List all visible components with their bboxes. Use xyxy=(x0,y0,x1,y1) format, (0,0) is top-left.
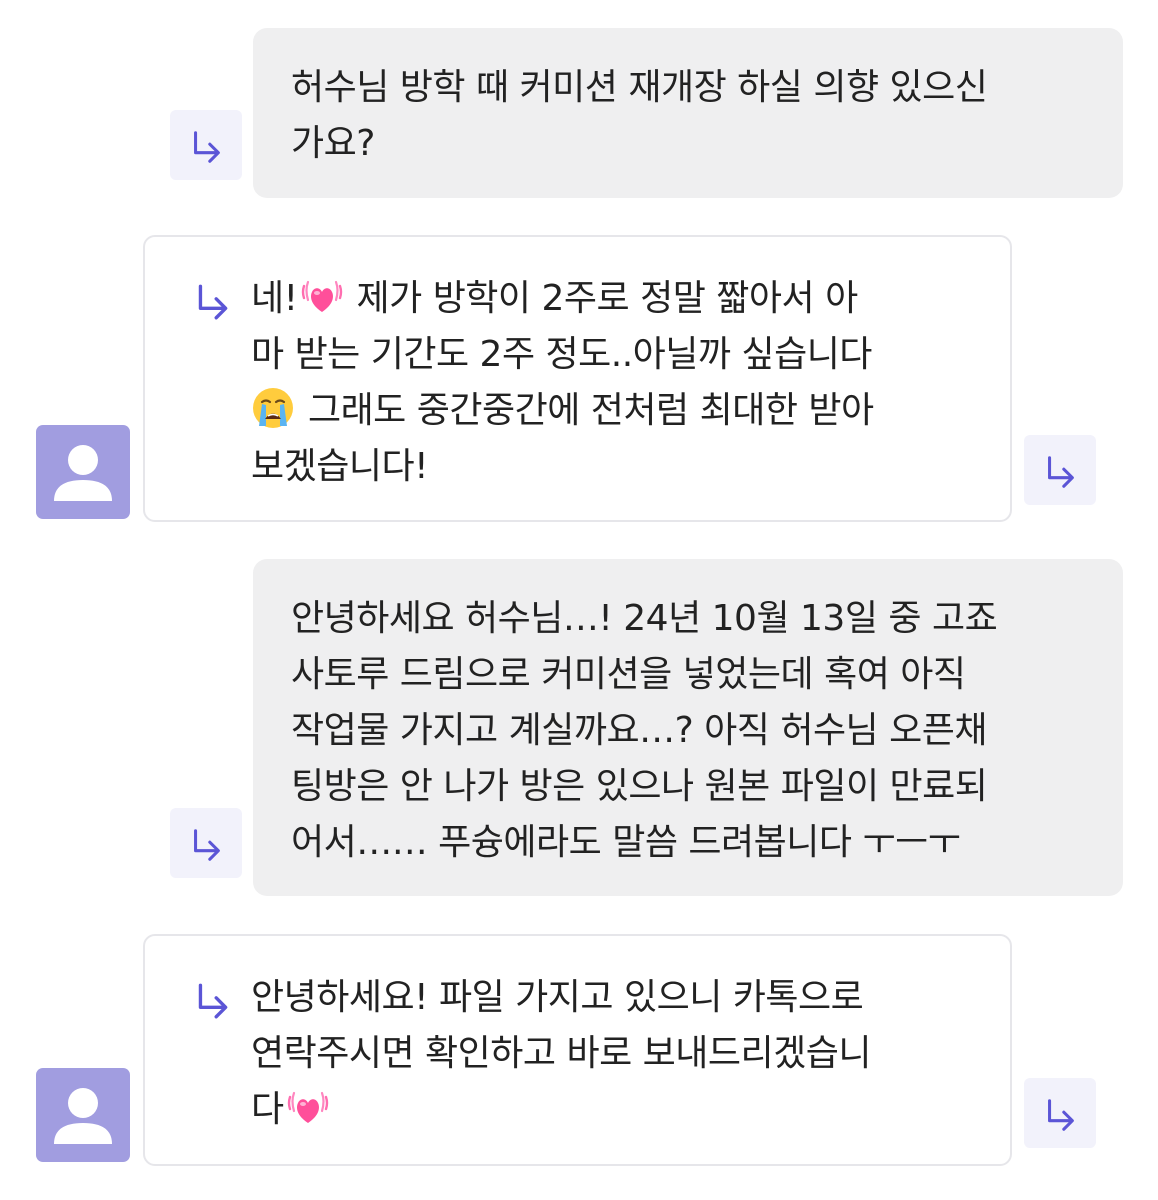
growing-heart-icon xyxy=(286,1085,330,1129)
avatar xyxy=(36,425,130,519)
reply-button-3[interactable] xyxy=(170,808,242,878)
answer-message-1: 네! 제가 방학이 2주로 정말 짧아서 아 마 받는 기간도 2주 정도..아… xyxy=(143,235,1012,522)
user-avatar-icon xyxy=(54,445,112,501)
message-line: 가요? xyxy=(291,123,375,164)
reply-button-2[interactable] xyxy=(1024,435,1096,505)
growing-heart-icon xyxy=(300,274,344,318)
text-fragment: 그래도 중간중간에 전처럼 최대한 받아 xyxy=(297,390,874,431)
question-message-1: 허수님 방학 때 커미션 재개장 하실 의향 있으신 가요? xyxy=(253,28,1123,198)
reply-button-4[interactable] xyxy=(1024,1078,1096,1148)
reply-button-1[interactable] xyxy=(170,110,242,180)
text-fragment: 다 xyxy=(251,1089,284,1130)
reply-arrow-icon xyxy=(187,128,225,166)
answer-body: 네! 제가 방학이 2주로 정말 짧아서 아 마 받는 기간도 2주 정도..아… xyxy=(251,271,980,495)
user-avatar-icon xyxy=(54,1088,112,1144)
message-line: 다 xyxy=(251,1082,980,1138)
reply-arrow-icon xyxy=(191,980,233,1022)
message-line: 마 받는 기간도 2주 정도..아닐까 싶습니다 xyxy=(251,334,872,375)
answer-body: 안녕하세요! 파일 가지고 있으니 카톡으로 연락주시면 확인하고 바로 보내드… xyxy=(251,970,980,1138)
reply-arrow-icon xyxy=(191,281,233,323)
message-line: 네! 제가 방학이 2주로 정말 짧아서 아 xyxy=(251,271,980,327)
avatar xyxy=(36,1068,130,1162)
reply-arrow-icon xyxy=(1041,453,1079,491)
reply-arrow-icon xyxy=(187,826,225,864)
message-line: 안녕하세요 허수님…! 24년 10월 13일 중 고죠 xyxy=(291,598,998,639)
question-message-2: 안녕하세요 허수님…! 24년 10월 13일 중 고죠 사토루 드림으로 커미… xyxy=(253,559,1123,896)
message-line: 안녕하세요! 파일 가지고 있으니 카톡으로 xyxy=(251,977,864,1018)
message-line: 작업물 가지고 계실까요…? 아직 허수님 오픈채 xyxy=(291,710,988,751)
message-line: 어서…… 푸슝에라도 말씀 드려봅니다 ㅜㅡㅜ xyxy=(291,822,961,863)
loudly-crying-face-icon xyxy=(251,386,295,430)
message-line: 연락주시면 확인하고 바로 보내드리겠습니 xyxy=(251,1033,872,1074)
answer-message-2: 안녕하세요! 파일 가지고 있으니 카톡으로 연락주시면 확인하고 바로 보내드… xyxy=(143,934,1012,1166)
message-line: 허수님 방학 때 커미션 재개장 하실 의향 있으신 xyxy=(291,67,988,108)
message-line: 그래도 중간중간에 전처럼 최대한 받아 xyxy=(251,383,980,439)
text-fragment: 네! xyxy=(251,278,298,319)
message-line: 팅방은 안 나가 방은 있으나 원본 파일이 만료되 xyxy=(291,766,988,807)
message-line: 보겠습니다! xyxy=(251,446,429,487)
reply-arrow-icon xyxy=(1041,1096,1079,1134)
text-fragment: 제가 방학이 2주로 정말 짧아서 아 xyxy=(345,278,859,319)
message-line: 사토루 드림으로 커미션을 넣었는데 혹여 아직 xyxy=(291,654,966,695)
